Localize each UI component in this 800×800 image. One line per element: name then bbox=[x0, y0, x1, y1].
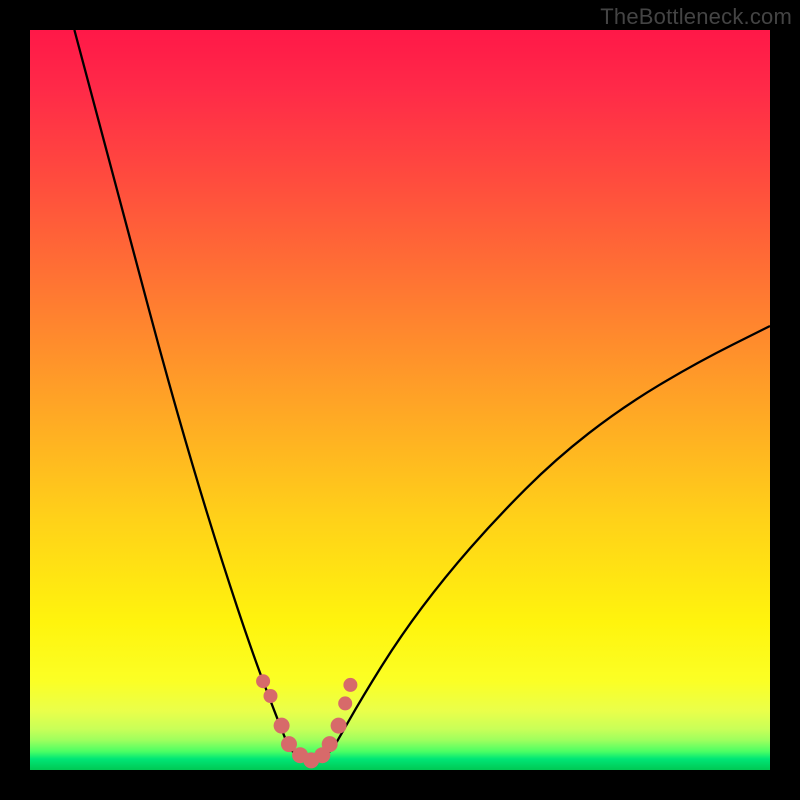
highlight-dot bbox=[264, 689, 278, 703]
watermark-text: TheBottleneck.com bbox=[600, 4, 792, 30]
highlight-dot bbox=[274, 718, 290, 734]
highlight-dot bbox=[338, 696, 352, 710]
highlight-dot bbox=[322, 736, 338, 752]
plot-area bbox=[30, 30, 770, 770]
bottleneck-curve bbox=[74, 30, 770, 763]
highlight-dot bbox=[343, 678, 357, 692]
highlight-dots bbox=[256, 674, 357, 768]
chart-frame: TheBottleneck.com bbox=[0, 0, 800, 800]
highlight-dot bbox=[331, 718, 347, 734]
curve-svg bbox=[30, 30, 770, 770]
highlight-dot bbox=[256, 674, 270, 688]
